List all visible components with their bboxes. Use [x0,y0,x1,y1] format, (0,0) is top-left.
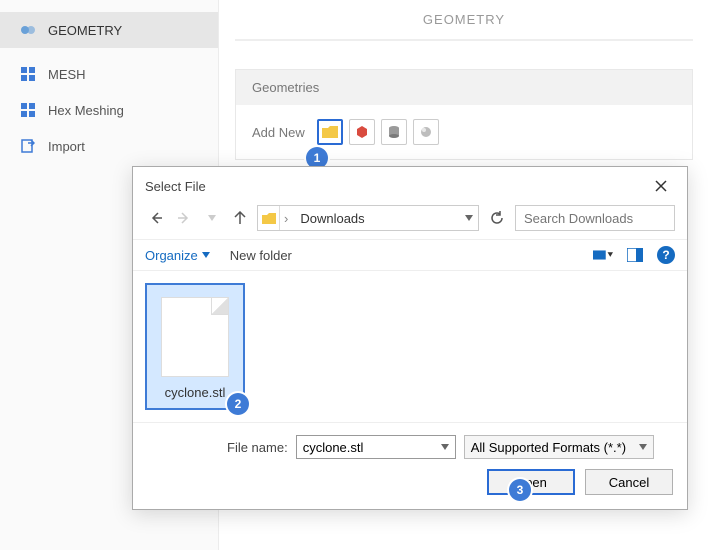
sidebar-label: GEOMETRY [48,23,122,38]
search-input[interactable] [515,205,675,231]
file-thumbnail-icon [161,297,229,377]
folder-icon [258,206,280,230]
cancel-button[interactable]: Cancel [585,469,673,495]
refresh-button[interactable] [485,205,509,231]
add-new-label: Add New [252,125,305,140]
filter-dropdown[interactable]: All Supported Formats (*.*) [464,435,654,459]
breadcrumb-dropdown[interactable] [460,215,478,221]
help-button[interactable]: ? [657,246,675,264]
preview-pane-button[interactable] [625,246,645,264]
sidebar-item-import[interactable]: Import [0,128,218,164]
add-sphere-button[interactable] [413,119,439,145]
view-button[interactable] [593,246,613,264]
filename-input[interactable]: cyclone.stl [296,435,456,459]
breadcrumb-text: Downloads [292,211,460,226]
page-title: GEOMETRY [235,0,693,41]
open-button[interactable]: Open [487,469,575,495]
forward-button[interactable] [173,207,195,229]
hex-icon [20,102,36,118]
chevron-right-icon: › [280,211,292,226]
up-button[interactable] [229,207,251,229]
file-dialog: Select File › Downloads [132,166,688,510]
sidebar-label: MESH [48,67,86,82]
sidebar-item-hex-meshing[interactable]: Hex Meshing [0,92,218,128]
file-name: cyclone.stl [153,385,237,400]
sidebar-label: Hex Meshing [48,103,124,118]
geometries-panel: Geometries Add New [235,69,693,160]
filename-label: File name: [227,440,288,455]
new-folder-button[interactable]: New folder [230,248,292,263]
file-list: cyclone.stl 2 [133,271,687,422]
file-item[interactable]: cyclone.stl [145,283,245,410]
recent-dropdown[interactable] [201,207,223,229]
panel-title: Geometries [236,70,692,105]
chevron-down-icon [441,444,449,450]
add-cylinder-button[interactable] [381,119,407,145]
add-folder-button[interactable] [317,119,343,145]
organize-button[interactable]: Organize [145,248,210,263]
breadcrumb-bar[interactable]: › Downloads [257,205,479,231]
add-cube-button[interactable] [349,119,375,145]
import-icon [20,138,36,154]
geometry-icon [20,22,36,38]
back-button[interactable] [145,207,167,229]
chevron-down-icon [639,444,647,450]
mesh-icon [20,66,36,82]
sidebar-label: Import [48,139,85,154]
sidebar-item-geometry[interactable]: GEOMETRY [0,12,218,48]
close-button[interactable] [647,175,675,197]
sidebar-item-mesh[interactable]: MESH [0,56,218,92]
dialog-title: Select File [145,179,206,194]
